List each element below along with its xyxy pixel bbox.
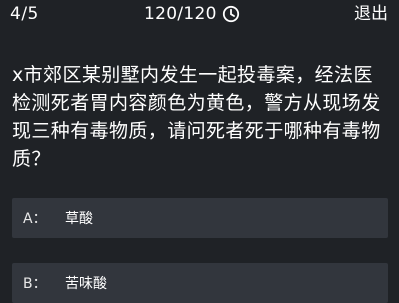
- option-text: 苦味酸: [65, 276, 107, 292]
- question-text: x市郊区某别墅内发生一起投毒案，经法医检测死者胃内容颜色为黄色，警方从现场发现三…: [12, 64, 381, 170]
- option-text: 草酸: [65, 211, 93, 227]
- timer-text: 120/120: [144, 4, 217, 24]
- top-bar: 4/5 120/120 退出: [0, 0, 399, 30]
- exit-button[interactable]: 退出: [354, 3, 388, 25]
- clock-icon: [222, 5, 239, 23]
- option-letter: B：: [23, 276, 47, 292]
- option-a[interactable]: A： 草酸: [12, 198, 388, 238]
- question-progress: 4/5: [10, 4, 39, 24]
- option-b[interactable]: B： 苦味酸: [12, 263, 388, 303]
- countdown-timer: 120/120: [144, 4, 240, 24]
- option-letter: A：: [23, 211, 47, 227]
